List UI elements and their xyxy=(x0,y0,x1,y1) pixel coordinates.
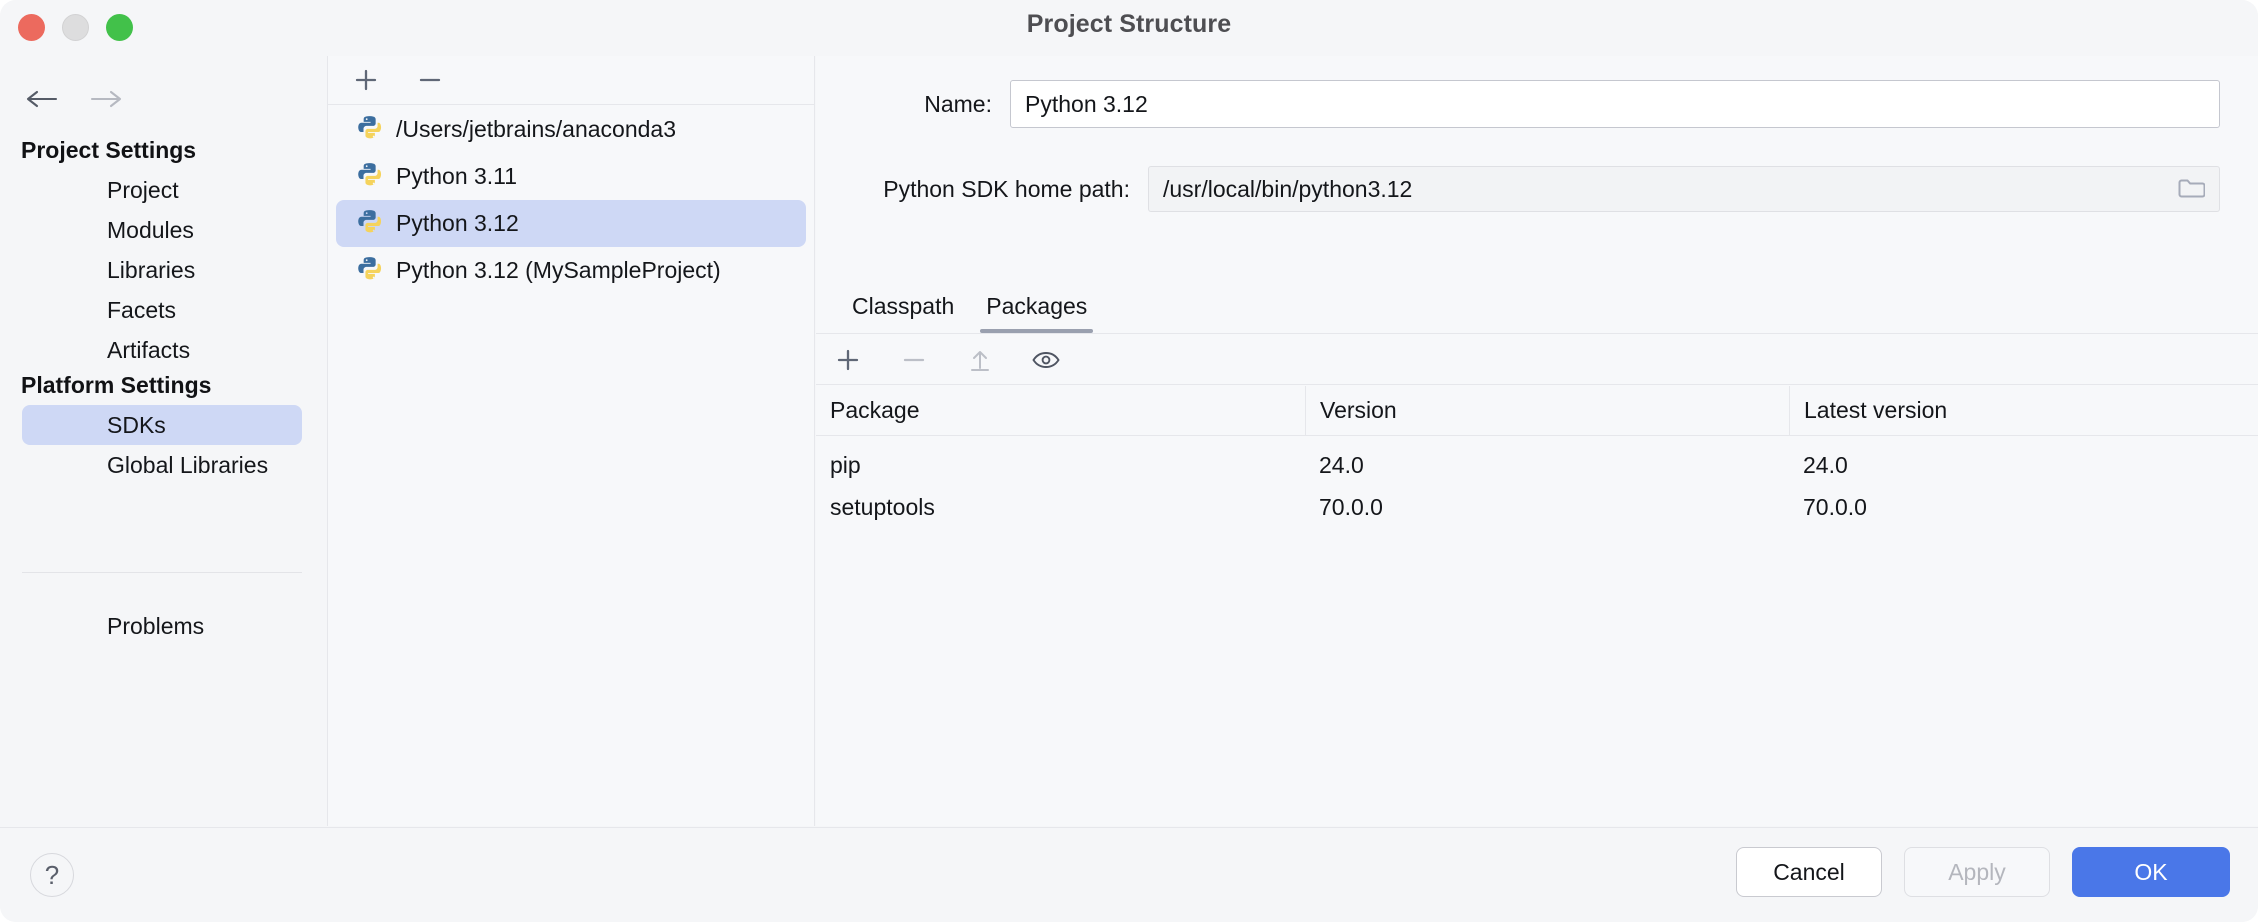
settings-navigation: Project Settings Project Modules Librari… xyxy=(0,56,326,826)
python-icon xyxy=(357,114,384,146)
sdk-home-path-value: /usr/local/bin/python3.12 xyxy=(1163,176,1412,203)
column-header-version[interactable]: Version xyxy=(1305,386,1789,435)
plus-icon xyxy=(353,67,379,93)
list-item[interactable]: /Users/jetbrains/anaconda3 xyxy=(336,106,806,153)
sdk-item-label: /Users/jetbrains/anaconda3 xyxy=(396,116,676,143)
ok-button[interactable]: OK xyxy=(2072,847,2230,897)
sdk-home-path-row: Python SDK home path: /usr/local/bin/pyt… xyxy=(816,166,2258,212)
cell-latest-version: 70.0.0 xyxy=(1789,494,2258,521)
sdk-list-panel: /Users/jetbrains/anaconda3 Python 3.11 xyxy=(327,56,815,826)
sidebar-item-global-libraries[interactable]: Global Libraries xyxy=(22,445,302,485)
cell-latest-version: 24.0 xyxy=(1789,452,2258,479)
arrow-left-icon xyxy=(24,89,58,109)
sdk-name-label: Name: xyxy=(816,91,1010,118)
show-early-releases-button[interactable] xyxy=(1024,340,1068,380)
title-bar: Project Structure xyxy=(0,0,2258,56)
uninstall-package-button[interactable] xyxy=(892,340,936,380)
table-row[interactable]: pip 24.0 24.0 xyxy=(816,444,2258,486)
nav-divider xyxy=(22,572,302,573)
arrow-right-icon xyxy=(90,89,124,109)
sdk-item-label: Python 3.12 xyxy=(396,210,519,237)
sdk-home-path-input[interactable]: /usr/local/bin/python3.12 xyxy=(1148,166,2220,212)
navigation-history-controls xyxy=(22,80,126,118)
add-sdk-button[interactable] xyxy=(348,62,384,98)
cell-version: 24.0 xyxy=(1305,452,1789,479)
sdk-item-label: Python 3.11 xyxy=(396,163,517,190)
forward-button[interactable] xyxy=(88,80,126,118)
tab-classpath-label: Classpath xyxy=(852,293,954,319)
sdk-list-toolbar xyxy=(328,56,814,105)
plus-icon xyxy=(834,346,862,374)
dialog-footer: ? Cancel Apply OK xyxy=(0,827,2258,922)
remove-sdk-button[interactable] xyxy=(412,62,448,98)
sidebar-item-modules[interactable]: Modules xyxy=(22,210,302,250)
python-icon xyxy=(357,208,384,240)
sdk-name-input[interactable]: Python 3.12 xyxy=(1010,80,2220,128)
table-header-row: Package Version Latest version xyxy=(816,386,2258,436)
cancel-button[interactable]: Cancel xyxy=(1736,847,1882,897)
sdk-list: /Users/jetbrains/anaconda3 Python 3.11 xyxy=(328,106,814,294)
detail-tabs: Classpath Packages xyxy=(816,288,2258,334)
list-item[interactable]: Python 3.12 (MySampleProject) xyxy=(336,247,806,294)
list-item[interactable]: Python 3.11 xyxy=(336,153,806,200)
nav-header-platform-settings: Platform Settings xyxy=(0,365,326,405)
sdk-item-label: Python 3.12 (MySampleProject) xyxy=(396,257,721,284)
packages-toolbar xyxy=(816,335,2258,385)
cell-package: setuptools xyxy=(816,494,1305,521)
cell-version: 70.0.0 xyxy=(1305,494,1789,521)
sidebar-item-sdks[interactable]: SDKs xyxy=(22,405,302,445)
eye-icon xyxy=(1031,348,1061,372)
tab-packages[interactable]: Packages xyxy=(970,288,1103,333)
upgrade-package-button[interactable] xyxy=(958,340,1002,380)
minus-icon xyxy=(900,346,928,374)
column-header-package[interactable]: Package xyxy=(816,386,1305,435)
back-button[interactable] xyxy=(22,80,60,118)
minus-icon xyxy=(417,67,443,93)
sidebar-item-problems[interactable]: Problems xyxy=(22,606,302,646)
table-row[interactable]: setuptools 70.0.0 70.0.0 xyxy=(816,486,2258,528)
column-header-latest-version[interactable]: Latest version xyxy=(1789,386,2258,435)
help-button[interactable]: ? xyxy=(30,853,74,897)
apply-button[interactable]: Apply xyxy=(1904,847,2050,897)
sdk-detail-panel: Name: Python 3.12 Python SDK home path: … xyxy=(816,56,2258,826)
sdk-home-path-label: Python SDK home path: xyxy=(816,176,1148,203)
python-icon xyxy=(357,255,384,287)
sidebar-item-facets[interactable]: Facets xyxy=(22,290,302,330)
sidebar-item-artifacts[interactable]: Artifacts xyxy=(22,330,302,370)
sidebar-item-libraries[interactable]: Libraries xyxy=(22,250,302,290)
question-mark-icon: ? xyxy=(45,860,59,891)
tab-packages-label: Packages xyxy=(986,293,1087,319)
python-icon xyxy=(357,161,384,193)
project-structure-dialog: Project Structure Project Settings Proje… xyxy=(0,0,2258,922)
tab-active-indicator xyxy=(980,329,1093,333)
sidebar-item-project[interactable]: Project xyxy=(22,170,302,210)
packages-table: Package Version Latest version pip 24.0 … xyxy=(816,386,2258,826)
dialog-action-buttons: Cancel Apply OK xyxy=(1736,847,2230,897)
install-package-button[interactable] xyxy=(826,340,870,380)
list-item-selected[interactable]: Python 3.12 xyxy=(336,200,806,247)
cell-package: pip xyxy=(816,452,1305,479)
browse-folder-button[interactable] xyxy=(2175,175,2207,203)
upgrade-arrow-icon xyxy=(966,346,994,374)
folder-icon xyxy=(2177,177,2205,201)
tab-classpath[interactable]: Classpath xyxy=(836,288,970,333)
window-title: Project Structure xyxy=(0,10,2258,39)
sdk-name-row: Name: Python 3.12 xyxy=(816,80,2258,128)
nav-header-project-settings: Project Settings xyxy=(0,130,326,170)
